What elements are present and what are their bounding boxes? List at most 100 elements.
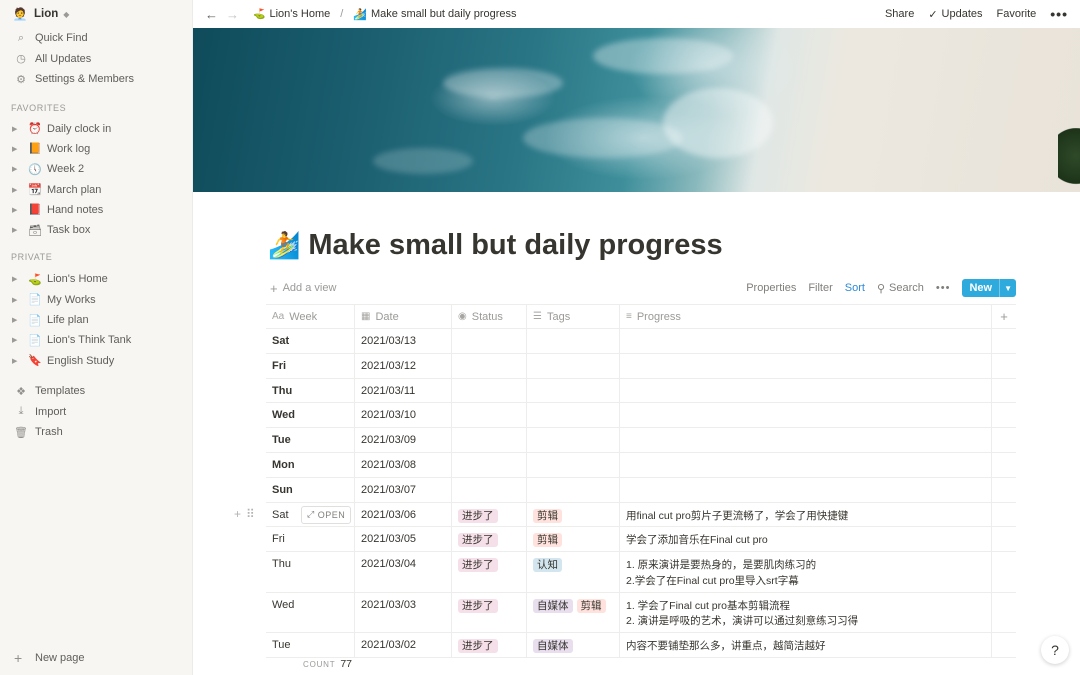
cell-tags[interactable]: 自媒体 xyxy=(527,633,620,657)
row-handle[interactable]: + ⠿ xyxy=(234,507,255,521)
expand-triangle-icon[interactable]: ▶ xyxy=(12,336,22,344)
cell-tags[interactable]: 自媒体 剪辑 xyxy=(527,592,620,633)
cell-status[interactable]: 进步了 xyxy=(452,527,527,552)
favorite-button[interactable]: Favorite xyxy=(997,8,1037,20)
cell-progress[interactable] xyxy=(620,403,992,428)
cell-date[interactable]: 2021/03/12 xyxy=(355,353,452,378)
expand-triangle-icon[interactable]: ▶ xyxy=(12,125,22,133)
cell-status[interactable] xyxy=(452,452,527,477)
sidebar-page-week-[interactable]: ▶ 🕔 Week 2 xyxy=(0,159,192,179)
more-view-options-icon[interactable]: ••• xyxy=(936,282,951,294)
sidebar-import[interactable]: ⤓ Import xyxy=(0,401,192,422)
filter-button[interactable]: Filter xyxy=(808,282,832,294)
help-button[interactable]: ? xyxy=(1041,636,1069,664)
breadcrumb-home[interactable]: Lion's Home xyxy=(269,8,330,20)
expand-triangle-icon[interactable]: ▶ xyxy=(12,296,22,304)
cell-tags[interactable] xyxy=(527,378,620,403)
cell-date[interactable]: 2021/03/06 xyxy=(355,502,452,527)
back-arrow-icon[interactable]: ← xyxy=(205,7,218,22)
sidebar-page-my-works[interactable]: ▶ 📄 My Works xyxy=(0,290,192,310)
cell-status[interactable] xyxy=(452,403,527,428)
sidebar-nav-settings-members[interactable]: ⚙ Settings & Members xyxy=(0,69,192,90)
forward-arrow-icon[interactable]: → xyxy=(226,7,239,22)
cell-tags[interactable] xyxy=(527,329,620,353)
expand-triangle-icon[interactable]: ▶ xyxy=(12,165,22,173)
share-button[interactable]: Share xyxy=(885,8,914,20)
sidebar-templates[interactable]: ❖ Templates xyxy=(0,381,192,402)
updates-button[interactable]: ✓ Updates xyxy=(928,8,982,21)
cell-week[interactable]: Sun xyxy=(266,477,355,502)
cell-status[interactable] xyxy=(452,353,527,378)
column-header-progress[interactable]: ≡ Progress xyxy=(620,305,992,328)
cell-tags[interactable] xyxy=(527,353,620,378)
sidebar-page-life-plan[interactable]: ▶ 📄 Life plan xyxy=(0,310,192,330)
search-button[interactable]: ⚲ Search xyxy=(877,282,924,295)
table-row[interactable]: Thu 2021/03/04 进步了 认知 1. 原来演讲是要热身的，是要肌肉练习的 2… xyxy=(266,552,1016,593)
column-header-status[interactable]: ◉ Status xyxy=(452,305,527,328)
cell-progress[interactable]: 1. 原来演讲是要热身的，是要肌肉练习的 2.学会了在Final cut pro… xyxy=(620,552,992,592)
sidebar-page-lion-s-home[interactable]: ▶ ⛳ Lion's Home xyxy=(0,269,192,289)
sort-button[interactable]: Sort xyxy=(845,282,865,294)
sidebar-trash[interactable]: 🗑 Trash xyxy=(0,422,192,443)
cell-date[interactable]: 2021/03/09 xyxy=(355,428,452,452)
cell-week[interactable]: Thu xyxy=(266,378,355,403)
properties-button[interactable]: Properties xyxy=(746,282,796,294)
expand-triangle-icon[interactable]: ▶ xyxy=(12,316,22,324)
cell-progress[interactable]: 1. 学会了Final cut pro基本剪辑流程 2. 演讲是呼吸的艺术，演讲… xyxy=(620,592,992,633)
column-header-tags[interactable]: ☰ Tags xyxy=(527,305,620,328)
table-row[interactable]: Wed 2021/03/10 xyxy=(266,403,1016,429)
page-title[interactable]: 🏄 Make small but daily progress xyxy=(268,229,723,262)
cell-tags[interactable] xyxy=(527,477,620,502)
table-row[interactable]: Mon 2021/03/08 xyxy=(266,452,1016,478)
chevron-down-icon[interactable]: ▼ xyxy=(999,279,1016,297)
cell-tags[interactable] xyxy=(527,403,620,428)
table-row[interactable]: Sun 2021/03/07 xyxy=(266,477,1016,503)
open-row-button[interactable]: ⤢ OPEN xyxy=(301,505,352,524)
sidebar-page-hand-notes[interactable]: ▶ 📕 Hand notes xyxy=(0,200,192,220)
workspace-switcher[interactable]: 🧑‍💼 Lion ◆ xyxy=(0,0,192,28)
more-options-icon[interactable]: ••• xyxy=(1050,6,1068,22)
expand-triangle-icon[interactable]: ▶ xyxy=(12,145,22,153)
cell-week[interactable]: Mon xyxy=(266,452,355,477)
table-row[interactable]: Fri 2021/03/05 进步了 剪辑 学会了添加音乐在Final cut pro xyxy=(266,527,1016,553)
column-header-date[interactable]: ▦ Date xyxy=(355,305,452,328)
sidebar-page-lion-s-think-tank[interactable]: ▶ 📄 Lion's Think Tank xyxy=(0,330,192,350)
cell-week[interactable]: Fri xyxy=(266,353,355,378)
cell-status[interactable]: 进步了 xyxy=(452,502,527,527)
sidebar-page-task-box[interactable]: ▶ 🗃 Task box xyxy=(0,220,192,240)
cell-date[interactable]: 2021/03/07 xyxy=(355,477,452,502)
sidebar-page-daily-clock-in[interactable]: ▶ ⏰ Daily clock in xyxy=(0,119,192,139)
cell-week[interactable]: Fri xyxy=(266,527,355,552)
cell-progress[interactable] xyxy=(620,329,992,353)
page-emoji-icon[interactable]: 🏄 xyxy=(268,230,300,261)
add-view-button[interactable]: + Add a view xyxy=(270,281,336,296)
cell-progress[interactable]: 用final cut pro剪片子更流畅了，学会了用快捷键 xyxy=(620,502,992,527)
cell-status[interactable]: 进步了 xyxy=(452,592,527,633)
cell-week[interactable]: Sat xyxy=(266,329,355,353)
expand-triangle-icon[interactable]: ▶ xyxy=(12,206,22,214)
cell-tags[interactable] xyxy=(527,428,620,452)
cell-progress[interactable] xyxy=(620,477,992,502)
cell-progress[interactable] xyxy=(620,428,992,452)
cell-week[interactable]: Tue xyxy=(266,633,355,657)
table-row[interactable]: Thu 2021/03/11 xyxy=(266,378,1016,404)
add-column-button[interactable]: + xyxy=(992,305,1016,328)
cell-progress[interactable]: 内容不要铺垫那么多，讲重点，越简洁越好 xyxy=(620,633,992,657)
plus-icon[interactable]: + xyxy=(234,507,241,521)
cell-status[interactable] xyxy=(452,428,527,452)
sidebar-nav-all-updates[interactable]: ◷ All Updates xyxy=(0,49,192,70)
cell-week[interactable]: Tue xyxy=(266,428,355,452)
cell-date[interactable]: 2021/03/10 xyxy=(355,403,452,428)
sidebar-page-english-study[interactable]: ▶ 🔖 English Study xyxy=(0,350,192,370)
cell-status[interactable]: 进步了 xyxy=(452,552,527,592)
cell-progress[interactable]: 学会了添加音乐在Final cut pro xyxy=(620,527,992,552)
cell-date[interactable]: 2021/03/04 xyxy=(355,552,452,592)
cell-week[interactable]: Sat ⤢ OPEN xyxy=(266,502,355,527)
cell-date[interactable]: 2021/03/02 xyxy=(355,633,452,657)
cell-tags[interactable]: 剪辑 xyxy=(527,527,620,552)
cell-progress[interactable] xyxy=(620,452,992,477)
cell-status[interactable] xyxy=(452,477,527,502)
cell-status[interactable]: 进步了 xyxy=(452,633,527,657)
cell-progress[interactable] xyxy=(620,378,992,403)
table-row[interactable]: Tue 2021/03/09 xyxy=(266,428,1016,453)
